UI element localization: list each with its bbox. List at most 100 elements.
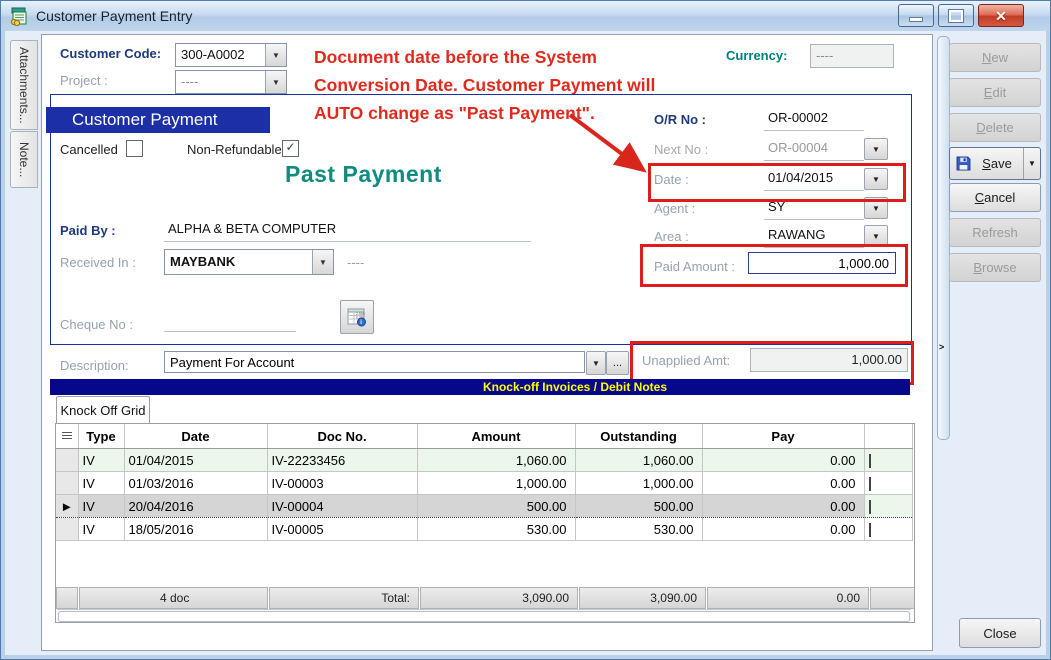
table-row-selected[interactable]: ► IV 20/04/2016 IV-00004 500.00 500.00 0… [56,495,912,518]
cheque-book-button[interactable]: 2.546 0.2% i [340,300,374,334]
row-selector[interactable] [56,449,78,472]
col-check[interactable] [864,424,912,449]
table-row[interactable]: IV 01/03/2016 IV-00003 1,000.00 1,000.00… [56,472,912,495]
agent-dropdown[interactable]: ▼ [864,197,888,219]
past-payment-status: Past Payment [285,161,442,188]
table-row[interactable]: IV 18/05/2016 IV-00005 530.00 530.00 0.0… [56,518,912,541]
new-button-label: New [982,50,1008,65]
col-pay[interactable]: Pay [702,424,864,449]
new-button[interactable]: New [949,43,1041,72]
col-outstanding[interactable]: Outstanding [575,424,702,449]
chevron-down-icon[interactable]: ▼ [265,71,286,93]
window-title: Customer Payment Entry [36,8,192,24]
project-combo[interactable]: ---- ▼ [175,70,287,94]
area-dropdown[interactable]: ▼ [864,225,888,247]
description-input[interactable]: Payment For Account [164,351,585,373]
date-value[interactable]: 01/04/2015 [764,170,864,191]
tab-attachments[interactable]: Attachments... [10,40,38,130]
description-browse-button[interactable]: ... [606,351,629,375]
customer-code-label: Customer Code: [60,46,161,61]
unapplied-amt-field: 1,000.00 [750,348,908,372]
row-selector-header[interactable] [56,424,78,449]
date-dropdown[interactable]: ▼ [864,168,888,190]
pay-checkbox[interactable] [869,523,871,537]
agent-value[interactable]: SY [764,199,864,220]
tab-attachments-label: Attachments... [17,47,31,124]
pay-checkbox[interactable] [869,500,871,514]
received-in-value: MAYBANK [165,250,312,274]
customer-payment-entry-window: Customer Payment Entry ✕ Attachments... … [0,0,1051,660]
or-no-value: OR-00002 [764,110,864,131]
project-label: Project : [60,73,108,88]
save-dropdown-arrow[interactable]: ▼ [1023,148,1040,179]
save-button-label: Save [976,156,1018,171]
tab-knock-off-grid[interactable]: Knock Off Grid [56,396,150,424]
footer-corner [870,587,915,609]
horizontal-scrollbar[interactable] [57,609,911,622]
pay-checkbox[interactable] [869,454,871,468]
description-label: Description: [60,358,129,373]
maximize-button[interactable] [938,4,974,27]
maximize-icon [949,10,963,22]
save-button[interactable]: Save ▼ [949,147,1041,180]
col-amount[interactable]: Amount [417,424,575,449]
browse-button-label: Browse [973,260,1016,275]
or-no-label: O/R No : [654,112,706,127]
col-date[interactable]: Date [124,424,267,449]
currency-field: ---- [810,44,894,68]
row-selector[interactable] [56,518,78,541]
cheque-no-field[interactable] [164,311,296,332]
area-label: Area : [654,229,689,244]
grid-footer: 4 doc Total: 3,090.00 3,090.00 0.00 [56,587,915,609]
paid-amount-label: Paid Amount : [654,259,735,274]
close-icon: ✕ [995,9,1007,23]
save-icon [956,156,971,171]
scrollbar-thumb[interactable] [58,611,910,622]
unapplied-amt-label: Unapplied Amt: [642,353,730,368]
delete-button[interactable]: Delete [949,113,1041,142]
close-window-button[interactable]: ✕ [978,4,1024,27]
table-row[interactable]: IV 01/04/2015 IV-22233456 1,060.00 1,060… [56,449,912,472]
description-dropdown[interactable]: ▼ [586,351,606,375]
spreadsheet-icon: 2.546 0.2% i [346,306,368,328]
next-no-dropdown[interactable]: ▼ [864,138,888,160]
footer-doc-count: 4 doc [79,587,268,609]
cancelled-checkbox[interactable] [126,140,143,157]
delete-button-label: Delete [976,120,1014,135]
close-button[interactable]: Close [959,618,1041,648]
non-refundable-label: Non-Refundable [187,142,282,157]
browse-button[interactable]: Browse [949,253,1041,282]
edit-button[interactable]: Edit [949,78,1041,107]
col-doc-no[interactable]: Doc No. [267,424,417,449]
received-in-combo[interactable]: MAYBANK ▼ [164,249,334,275]
currency-label: Currency: [726,48,787,63]
paid-by-value[interactable]: ALPHA & BETA COMPUTER [164,221,531,242]
current-row-indicator[interactable]: ► [56,495,78,518]
col-type[interactable]: Type [78,424,124,449]
chevron-down-icon[interactable]: ▼ [312,250,333,274]
paid-amount-input[interactable]: 1,000.00 [748,252,896,274]
customer-code-combo[interactable]: 300-A0002 ▼ [175,43,287,67]
footer-outstanding-total: 3,090.00 [579,587,706,609]
footer-pay-total: 0.00 [707,587,869,609]
list-icon [62,432,72,441]
date-label: Date : [654,172,689,187]
tab-note[interactable]: Note... [10,131,38,188]
cancel-button[interactable]: Cancel [949,183,1041,212]
non-refundable-checkbox[interactable]: ✓ [282,140,299,157]
next-no-value: OR-00004 [764,140,864,161]
edit-button-label: Edit [984,85,1006,100]
agent-label: Agent : [654,201,695,216]
title-bar[interactable]: Customer Payment Entry ✕ [1,1,1050,31]
row-selector[interactable] [56,472,78,495]
footer-amount-total: 3,090.00 [420,587,578,609]
area-value[interactable]: RAWANG [764,227,864,248]
received-in-label: Received In : [60,255,136,270]
refresh-button[interactable]: Refresh [949,218,1041,247]
window-body: Attachments... Note... Customer Code: 30… [5,31,1046,655]
pay-checkbox[interactable] [869,477,871,491]
knockoff-section-title: Knock-off Invoices / Debit Notes [50,379,910,395]
minimize-button[interactable] [898,4,934,27]
next-no-label: Next No : [654,142,708,157]
chevron-down-icon[interactable]: ▼ [265,44,286,66]
